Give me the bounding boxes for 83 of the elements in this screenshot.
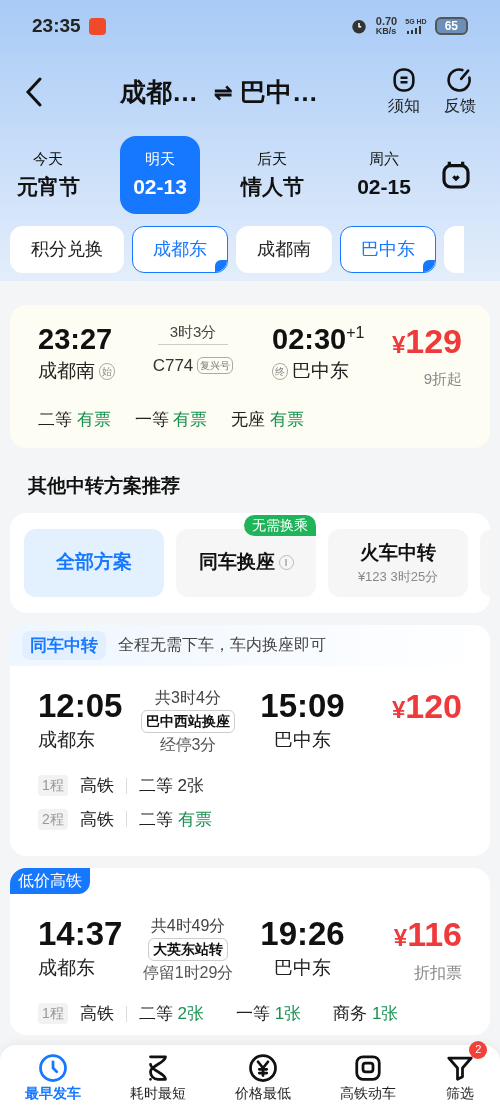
arrival-time: 19:26 <box>260 914 345 954</box>
arrival-station: 巴中东 <box>274 956 331 980</box>
station-chip[interactable]: 巴中东 <box>340 226 436 273</box>
departure-time: 23:27 <box>38 322 114 357</box>
network-speed: 0.70 <box>375 16 398 26</box>
total-duration: 共3时4分 <box>155 688 221 708</box>
notice-button[interactable]: 须知 <box>388 66 420 118</box>
transfer-station-tag: 大英东站转 <box>148 938 228 961</box>
train-type: 高铁 <box>79 1003 114 1025</box>
price-note: 折扣票 <box>414 963 462 983</box>
station-chip[interactable]: 积分兑换 <box>10 226 124 273</box>
no-change-badge: 无需换乘 <box>244 514 316 536</box>
arrival-station: 巴中东 <box>292 359 349 383</box>
date-tab[interactable]: 周六 02-15 <box>344 136 424 214</box>
departure-station: 成都南 <box>38 359 95 383</box>
train-icon <box>353 1052 384 1083</box>
date-tab[interactable]: 明天 02-13 <box>120 136 200 214</box>
seat-availability: 二等 有票 <box>138 808 212 831</box>
station-chip[interactable]: 成都南 <box>236 226 332 273</box>
seat-availability: 一等 有票 <box>134 408 208 431</box>
stop-duration: 停留1时29分 <box>142 963 234 983</box>
date-tab[interactable]: 后天 情人节 <box>232 136 312 214</box>
notice-icon <box>390 66 418 94</box>
duration: 3时3分 <box>157 321 229 345</box>
departure-station: 成都东 <box>38 728 96 752</box>
date-tab[interactable]: 今天 元宵节 <box>8 136 88 214</box>
seat-availability: 无座 有票 <box>231 408 305 431</box>
station-chip[interactable]: 成都东 <box>132 226 228 273</box>
swap-icon[interactable]: ⇌ <box>214 75 232 109</box>
arrival-time: 02:30 <box>272 322 347 357</box>
feedback-button[interactable]: 反馈 <box>444 66 476 118</box>
count-badge: 2 <box>469 1040 488 1059</box>
discount-note: 9折起 <box>423 369 462 389</box>
bottom-nav-tab[interactable]: 耗时最短 <box>129 1052 186 1104</box>
app-notification-icon <box>88 17 106 35</box>
price: ¥120 <box>391 686 462 727</box>
next-day-mark: +1 <box>346 323 365 343</box>
arrival-station: 巴中东 <box>274 728 331 752</box>
price: ¥129 <box>391 321 462 362</box>
train-type: 高铁 <box>79 775 114 797</box>
plan-tab[interactable]: 全部方案 <box>24 528 164 597</box>
battery-indicator: 65 <box>434 17 468 35</box>
transfer-card[interactable]: 低价高铁 14:37 成都东 共4时49分 大英东站转 停留1时29分 19:26 巴中东 ¥116 折扣票 1程 高铁 二等 2张 一等 1张 商务 1张 <box>10 868 490 1035</box>
leg-label: 2程 <box>38 808 68 830</box>
yen-icon <box>247 1052 278 1083</box>
leg-label: 1程 <box>38 1003 68 1025</box>
origin-city[interactable]: 成都… <box>120 72 198 112</box>
total-duration: 共4时49分 <box>150 916 226 936</box>
departure-station: 成都东 <box>38 956 96 980</box>
same-train-tag: 同车中转 <box>22 630 106 660</box>
clock-icon <box>37 1052 68 1083</box>
leg-label: 1程 <box>38 775 68 797</box>
status-time: 23:35 <box>32 13 81 38</box>
seat-availability: 二等 有票 <box>38 408 111 431</box>
departure-time: 12:05 <box>38 686 124 726</box>
train-type-tag: 复兴号 <box>197 356 234 374</box>
section-title: 其他中转方案推荐 <box>27 474 181 498</box>
transfer-note: 全程无需下车，车内换座即可 <box>118 635 326 656</box>
back-icon[interactable] <box>24 76 44 108</box>
arrival-time: 15:09 <box>260 686 345 726</box>
bottom-nav-tab[interactable]: 最早发车 <box>24 1052 81 1104</box>
feedback-icon <box>446 66 474 94</box>
seat-availability: 二等 2张 <box>138 1003 204 1025</box>
bottom-nav-tab[interactable]: 价格最低 <box>234 1052 291 1104</box>
check-icon <box>215 260 227 272</box>
calendar-icon[interactable] <box>440 159 472 191</box>
transfer-card[interactable]: 同车中转 全程无需下车，车内换座即可 12:05 成都东 共3时4分 巴中西站换座 经停3分 15:09 巴中东 ¥120 1程 高铁 二等 2张 2程 高铁 二等 有票 <box>10 624 490 856</box>
network-speed-unit: KB/s <box>375 26 398 36</box>
transfer-station-tag: 巴中西站换座 <box>141 710 235 733</box>
bottom-nav-tab[interactable]: 高铁动车 <box>340 1052 397 1104</box>
train-type: 高铁 <box>79 808 114 831</box>
seat-availability: 一等 1张 <box>236 1003 302 1025</box>
seat-availability: 商务 1张 <box>333 1003 399 1025</box>
plan-tab[interactable]: 火车中转 ¥123 3时25分 <box>328 528 468 597</box>
low-price-ribbon: 低价高铁 <box>10 868 90 894</box>
alarm-icon <box>349 17 368 35</box>
check-icon <box>423 260 435 272</box>
price: ¥116 <box>393 914 462 955</box>
departure-time: 14:37 <box>38 914 124 954</box>
destination-city[interactable]: 巴中… <box>240 72 318 112</box>
seat-availability: 二等 2张 <box>138 775 204 797</box>
train-number: C774 <box>152 354 194 377</box>
stop-duration: 经停3分 <box>159 735 217 755</box>
